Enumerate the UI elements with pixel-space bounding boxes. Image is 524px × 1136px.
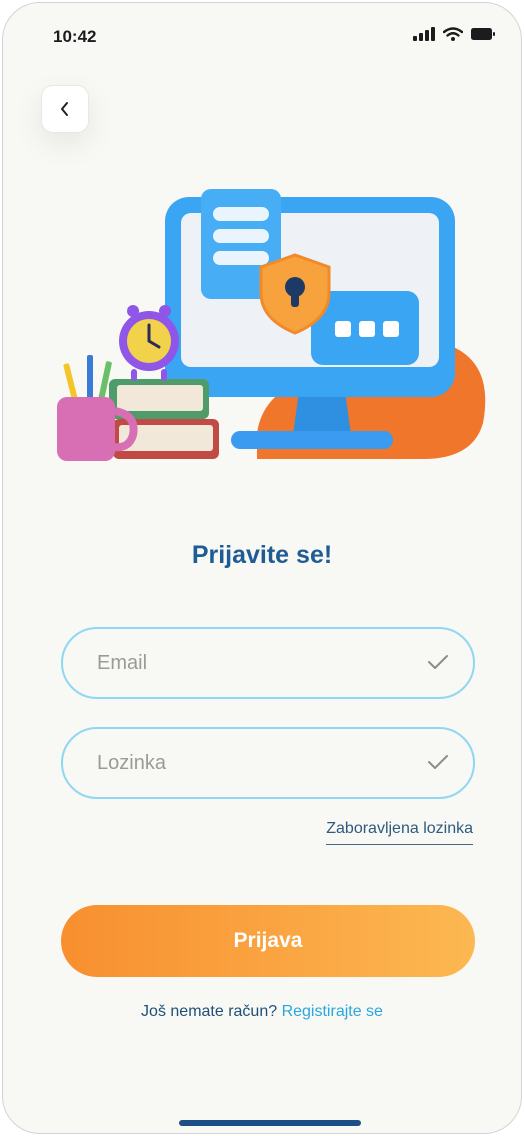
wifi-icon [443, 27, 463, 41]
password-input[interactable] [95, 750, 399, 776]
register-link[interactable]: Registirajte se [282, 1003, 383, 1020]
email-field[interactable] [61, 627, 475, 699]
forgot-password-link[interactable]: Zaboravljena lozinka [326, 820, 473, 845]
check-icon [428, 755, 448, 769]
register-prompt: Još nemate račun? Registirajte se [3, 1003, 521, 1021]
email-input[interactable] [95, 650, 399, 676]
register-question: Još nemate račun? [141, 1003, 278, 1020]
monitor-stand [293, 391, 351, 435]
battery-icon [471, 28, 495, 40]
phone-screen: 10:42 Prijavite se! Email Zaboravljena l… [2, 2, 522, 1134]
back-button[interactable] [41, 85, 89, 133]
status-icons [413, 27, 495, 41]
status-time: 10:42 [53, 27, 97, 46]
password-field[interactable] [61, 727, 475, 799]
computer-security-illustration [57, 189, 486, 461]
monitor-base [231, 431, 393, 449]
login-button[interactable]: Prijava [61, 905, 475, 977]
home-indicator[interactable] [179, 1120, 361, 1126]
page-title: Prijavite se! [191, 541, 333, 569]
signal-icon [413, 27, 435, 41]
check-icon [428, 655, 448, 669]
chevron-left-icon [61, 102, 68, 116]
pencil-cup [57, 397, 115, 461]
